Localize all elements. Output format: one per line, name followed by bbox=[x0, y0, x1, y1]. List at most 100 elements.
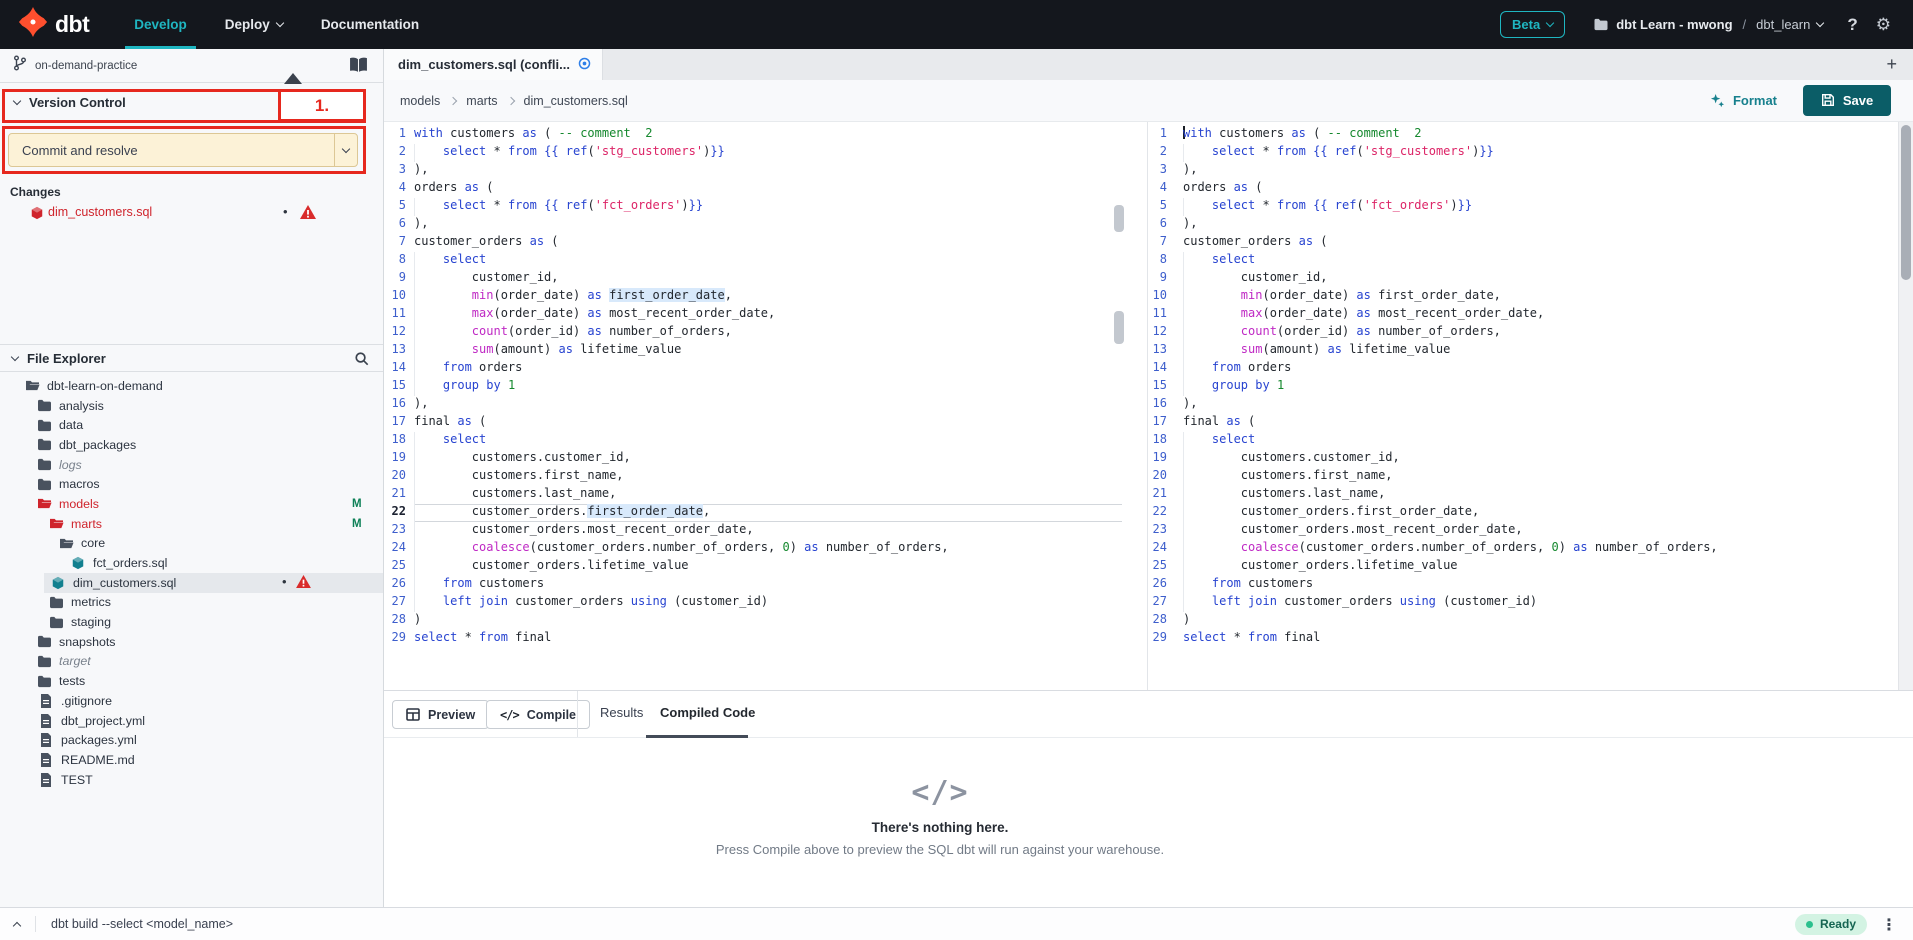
tree-item[interactable]: dbt-learn-on-demand bbox=[0, 376, 383, 396]
code-pane-right[interactable]: 1234567891011121314151617181920212223242… bbox=[1147, 122, 1899, 690]
code-line[interactable]: select * from final bbox=[1183, 630, 1899, 648]
code-line[interactable]: group by 1 bbox=[414, 378, 1122, 396]
code-line[interactable]: customers.last_name, bbox=[1183, 486, 1899, 504]
code-line[interactable]: customer_orders.first_order_date, bbox=[1183, 504, 1899, 522]
version-control-header[interactable]: Version Control bbox=[14, 95, 126, 110]
code-line[interactable]: customers.customer_id, bbox=[414, 450, 1122, 468]
code-line[interactable]: sum(amount) as lifetime_value bbox=[414, 342, 1122, 360]
code-line[interactable]: count(order_id) as number_of_orders, bbox=[1183, 324, 1899, 342]
dbt-logo[interactable]: dbt bbox=[18, 7, 89, 42]
code-line[interactable]: customer_orders.first_order_date, bbox=[414, 504, 1122, 522]
code-line[interactable]: customer_orders as ( bbox=[1183, 234, 1899, 252]
compile-button[interactable]: </> Compile bbox=[486, 700, 590, 729]
code-line[interactable]: sum(amount) as lifetime_value bbox=[1183, 342, 1899, 360]
tree-item[interactable]: dbt_packages bbox=[0, 435, 383, 455]
code-line[interactable]: with customers as ( -- comment 2 bbox=[1183, 126, 1899, 144]
branch-selector[interactable]: on-demand-practice bbox=[0, 49, 383, 83]
code-line[interactable]: select bbox=[1183, 252, 1899, 270]
tree-item[interactable]: metrics bbox=[0, 593, 383, 613]
code-line[interactable]: select * from {{ ref('fct_orders')}} bbox=[1183, 198, 1899, 216]
breadcrumb-file[interactable]: dim_customers.sql bbox=[524, 94, 628, 108]
code-line[interactable]: with customers as ( -- comment 2 bbox=[414, 126, 1122, 144]
breadcrumb-marts[interactable]: marts bbox=[466, 94, 497, 108]
code-line[interactable]: select bbox=[1183, 432, 1899, 450]
docs-book-icon[interactable] bbox=[349, 57, 368, 78]
code-line[interactable]: coalesce(customer_orders.number_of_order… bbox=[1183, 540, 1899, 558]
code-line[interactable]: select bbox=[414, 252, 1122, 270]
code-line[interactable]: customer_orders.most_recent_order_date, bbox=[1183, 522, 1899, 540]
code-line[interactable]: ), bbox=[1183, 216, 1899, 234]
code-line[interactable]: from customers bbox=[1183, 576, 1899, 594]
chevron-down-icon[interactable] bbox=[1816, 19, 1824, 27]
tree-item[interactable]: .gitignore bbox=[0, 691, 383, 711]
project-name[interactable]: dbt_learn bbox=[1756, 17, 1810, 32]
nav-deploy[interactable]: Deploy bbox=[206, 0, 302, 49]
scrollbar-thumb[interactable] bbox=[1114, 311, 1124, 344]
code-line[interactable]: max(order_date) as most_recent_order_dat… bbox=[414, 306, 1122, 324]
editor-tab-dim-customers[interactable]: dim_customers.sql (confli... bbox=[384, 49, 603, 80]
tree-item[interactable]: tests bbox=[0, 671, 383, 691]
code-line[interactable]: ), bbox=[1183, 162, 1899, 180]
tree-item[interactable]: macros bbox=[0, 474, 383, 494]
preview-button[interactable]: Preview bbox=[392, 700, 489, 729]
nav-develop[interactable]: Develop bbox=[115, 0, 206, 49]
scrollbar-thumb[interactable] bbox=[1901, 125, 1911, 280]
code-line[interactable]: count(order_id) as number_of_orders, bbox=[414, 324, 1122, 342]
commit-and-resolve-button[interactable]: Commit and resolve bbox=[8, 133, 358, 167]
workspace-name[interactable]: dbt Learn - mwong bbox=[1616, 17, 1732, 32]
scrollbar-thumb[interactable] bbox=[1114, 205, 1124, 232]
code-line[interactable]: select * from {{ ref('fct_orders')}} bbox=[414, 198, 1122, 216]
code-line[interactable]: ), bbox=[414, 216, 1122, 234]
tree-item[interactable]: staging bbox=[0, 612, 383, 632]
code-line[interactable]: customer_id, bbox=[414, 270, 1122, 288]
breadcrumb-models[interactable]: models bbox=[400, 94, 440, 108]
code-line[interactable]: ) bbox=[1183, 612, 1899, 630]
new-tab-button[interactable]: + bbox=[1886, 49, 1897, 80]
code-line[interactable]: from orders bbox=[414, 360, 1122, 378]
code-editor-left[interactable]: with customers as ( -- comment 2 select … bbox=[414, 122, 1122, 690]
code-line[interactable]: customer_orders as ( bbox=[414, 234, 1122, 252]
code-line[interactable]: left join customer_orders using (custome… bbox=[1183, 594, 1899, 612]
tree-item[interactable]: data bbox=[0, 415, 383, 435]
code-line[interactable]: final as ( bbox=[414, 414, 1122, 432]
code-line[interactable]: orders as ( bbox=[414, 180, 1122, 198]
code-line[interactable]: ), bbox=[414, 162, 1122, 180]
code-line[interactable]: group by 1 bbox=[1183, 378, 1899, 396]
tree-item[interactable]: martsM bbox=[0, 514, 383, 534]
code-line[interactable]: ) bbox=[414, 612, 1122, 630]
code-line[interactable]: orders as ( bbox=[1183, 180, 1899, 198]
code-line[interactable]: min(order_date) as first_order_date, bbox=[414, 288, 1122, 306]
nav-documentation[interactable]: Documentation bbox=[302, 0, 438, 49]
code-line[interactable]: max(order_date) as most_recent_order_dat… bbox=[1183, 306, 1899, 324]
help-icon[interactable]: ? bbox=[1847, 15, 1857, 35]
kebab-menu-icon[interactable]: ⋮ bbox=[1881, 915, 1897, 934]
code-line[interactable]: customers.first_name, bbox=[414, 468, 1122, 486]
code-line[interactable]: from orders bbox=[1183, 360, 1899, 378]
changed-file-row[interactable]: dim_customers.sql • bbox=[0, 203, 383, 223]
tree-item[interactable]: modelsM bbox=[0, 494, 383, 514]
tree-item[interactable]: target bbox=[0, 652, 383, 672]
command-input[interactable]: dbt build --select <model_name> bbox=[51, 917, 233, 931]
tree-item[interactable]: snapshots bbox=[0, 632, 383, 652]
gear-icon[interactable]: ⚙ bbox=[1876, 15, 1891, 35]
tree-item[interactable]: core bbox=[0, 534, 383, 554]
code-line[interactable]: select * from {{ ref('stg_customers')}} bbox=[414, 144, 1122, 162]
tree-item[interactable]: logs bbox=[0, 455, 383, 475]
tab-results[interactable]: Results bbox=[600, 705, 643, 720]
code-line[interactable]: customers.first_name, bbox=[1183, 468, 1899, 486]
tree-item[interactable]: TEST bbox=[0, 770, 383, 790]
vertical-scrollbar[interactable] bbox=[1898, 122, 1913, 690]
tree-item[interactable]: analysis bbox=[0, 396, 383, 416]
code-line[interactable]: min(order_date) as first_order_date, bbox=[1183, 288, 1899, 306]
code-line[interactable]: customer_orders.lifetime_value bbox=[414, 558, 1122, 576]
commit-options-dropdown[interactable] bbox=[334, 134, 357, 166]
save-button[interactable]: Save bbox=[1803, 85, 1891, 116]
beta-dropdown[interactable]: Beta bbox=[1500, 11, 1565, 38]
code-line[interactable]: select bbox=[414, 432, 1122, 450]
chevron-up-icon[interactable] bbox=[13, 921, 21, 929]
code-line[interactable]: customer_orders.lifetime_value bbox=[1183, 558, 1899, 576]
code-line[interactable]: final as ( bbox=[1183, 414, 1899, 432]
code-line[interactable]: customer_id, bbox=[1183, 270, 1899, 288]
code-line[interactable]: select * from {{ ref('stg_customers')}} bbox=[1183, 144, 1899, 162]
tab-compiled-code[interactable]: Compiled Code bbox=[660, 705, 755, 720]
